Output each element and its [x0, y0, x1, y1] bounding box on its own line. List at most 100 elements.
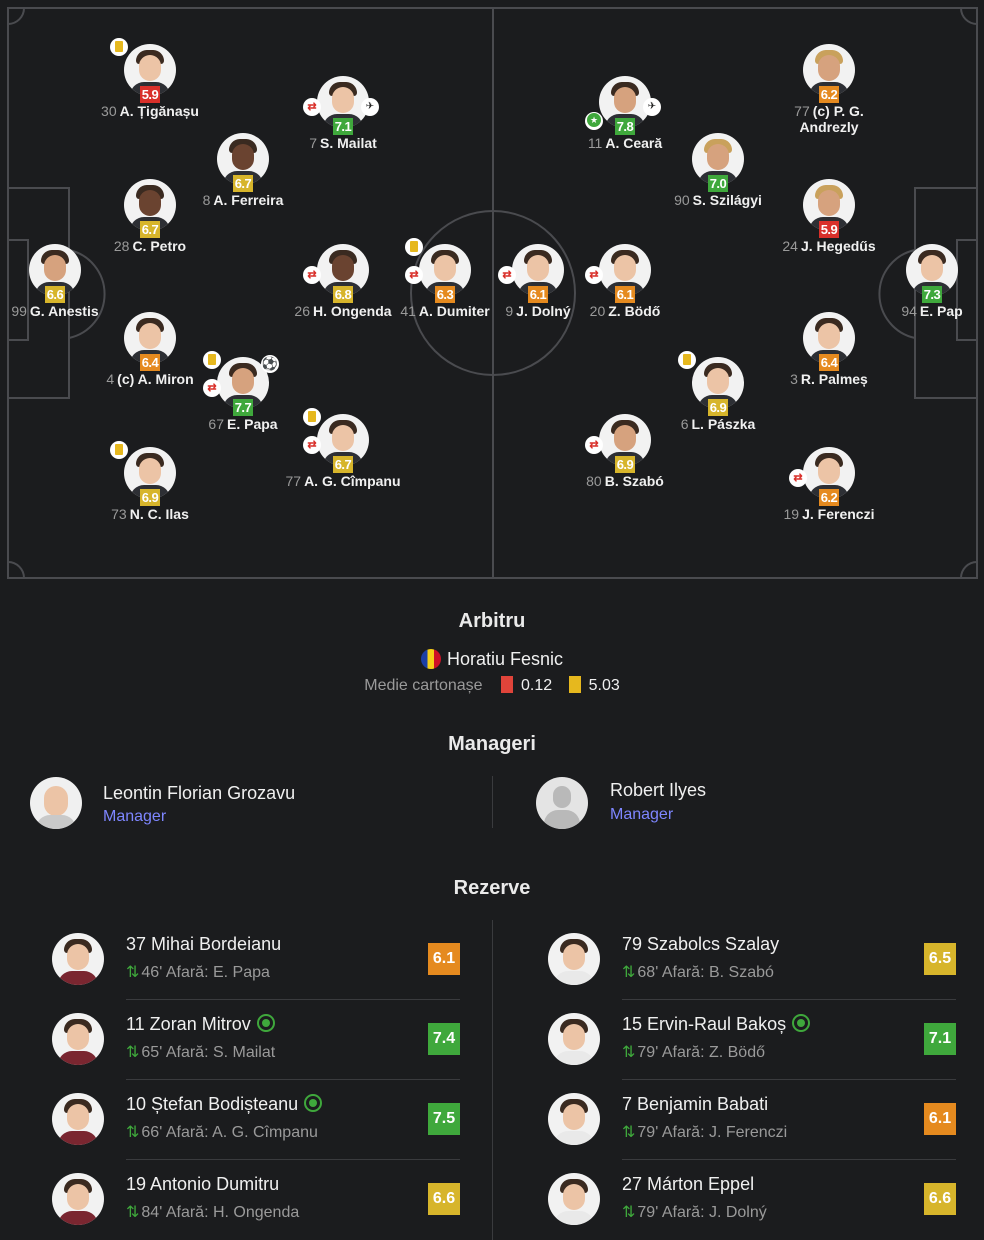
face-shape	[527, 255, 549, 281]
rating-badge: 7.4	[428, 1023, 460, 1055]
player-photo: 5.9	[110, 38, 176, 103]
player-number: 9	[505, 303, 514, 319]
away-reserve-row[interactable]: 79 Szabolcs Szalay ⇅ 68' Afară: B. Szabó 6.…	[522, 920, 956, 1000]
managers-divider	[492, 776, 493, 828]
home-reserve-row[interactable]: 37 Mihai Bordeianu ⇅ 46' Afară: E. Papa 6.1	[26, 920, 460, 1000]
substitution-text: 65' Afară: S. Mailat	[141, 1044, 276, 1061]
romania-flag-icon	[420, 649, 441, 669]
home-reserve-row[interactable]: 11 Zoran Mitrov ⇅ 65' Afară: S. Mailat 7.4	[26, 1000, 460, 1080]
player-number: 77	[794, 103, 810, 119]
face-shape	[332, 87, 354, 113]
player-label: R. Palmeș	[800, 371, 868, 387]
player-name: 3 R. Palmeș	[769, 371, 889, 387]
player-photo: 7.0	[692, 133, 744, 192]
face-shape	[332, 425, 354, 451]
manager-name: Leontin Florian Grozavu	[103, 783, 296, 803]
reserve-name: 19 Antonio Dumitru	[126, 1174, 279, 1195]
player-label: J. Ferenczi	[802, 506, 875, 522]
player-number: 4	[106, 371, 115, 387]
boot-icon: ✈	[361, 98, 379, 116]
player-photo: 6.7	[124, 179, 176, 238]
face-shape	[563, 944, 585, 970]
rating-badge: 6.4	[819, 354, 839, 371]
rating-badge: 7.0	[708, 175, 728, 192]
substitution-icon: ⇄	[789, 469, 807, 487]
player-number: 3	[790, 371, 798, 387]
away-reserve-row[interactable]: 7 Benjamin Babati ⇅ 79' Afară: J. Ferenczi…	[522, 1080, 956, 1160]
player-label: G. Anestis	[29, 303, 99, 319]
rating-badge: 6.2	[819, 489, 839, 506]
player-name: 20 Z. Bödő	[565, 303, 685, 319]
away-player-19[interactable]: 6.2 ⇄ 19 J. Ferenczi	[769, 447, 889, 522]
player-label: A. Ferreira	[213, 192, 284, 208]
player-photo: 6.7	[217, 133, 269, 192]
player-name: 24 J. Hegedűs	[769, 238, 889, 254]
substitution-text: 84' Afară: H. Ongenda	[141, 1204, 300, 1221]
player-photo: 5.9	[803, 179, 855, 238]
home-player-77[interactable]: 6.7 ⇄ 77 A. G. Cîmpanu	[283, 408, 403, 489]
substitution-icon: ⇅	[126, 964, 140, 981]
player-number: 73	[111, 506, 127, 522]
player-number: 19	[783, 506, 800, 522]
player-number: 20	[589, 303, 606, 319]
substitution-icon: ⇄	[203, 379, 221, 397]
away-reserve-row[interactable]: 15 Ervin-Raul Bakoș ⇅ 79' Afară: Z. Bödő 7.…	[522, 1000, 956, 1080]
reserves-divider	[492, 920, 493, 1240]
player-number: 11	[587, 135, 603, 151]
face-shape	[818, 323, 840, 349]
substitution-text: 79' Afară: Z. Bödő	[637, 1044, 765, 1061]
substitution-text: 68' Afară: B. Szabó	[637, 964, 774, 981]
referee-row[interactable]: Horatiu Fesnic	[0, 649, 984, 670]
reserve-avatar	[548, 933, 600, 985]
substitution-icon: ⇄	[405, 266, 423, 284]
substitution-info: ⇅ 65' Afară: S. Mailat	[126, 1042, 275, 1062]
goal-icon	[304, 1094, 323, 1112]
shirt-shape	[58, 1131, 98, 1145]
manager-role[interactable]: Manager	[610, 806, 673, 824]
player-label: C. Petro	[132, 238, 187, 254]
home-player-99[interactable]: 6.6 99 G. Anestis	[0, 244, 115, 319]
home-player-73[interactable]: 6.9 73 N. C. Ilas	[90, 441, 210, 522]
away-player-20[interactable]: 6.1 ⇄ 20 Z. Bödő	[565, 244, 685, 319]
yellow-card-icon	[110, 441, 128, 459]
away-reserve-row[interactable]: 27 Márton Eppel ⇅ 79' Afară: J. Dolný 6.6	[522, 1160, 956, 1240]
away-player-94[interactable]: 7.3 94 E. Pap	[872, 244, 984, 319]
manager-name: Robert Ilyes	[610, 780, 707, 800]
player-number: 77	[285, 473, 302, 489]
face-shape	[614, 425, 636, 451]
player-photo: 6.2	[803, 44, 855, 103]
away-player-24[interactable]: 5.9 24 J. Hegedűs	[769, 179, 889, 254]
face-shape	[563, 1184, 585, 1210]
home-reserve-row[interactable]: 10 Ștefan Bodișteanu ⇅ 66' Afară: A. G. Cî…	[26, 1080, 460, 1160]
player-photo: 6.6	[29, 244, 81, 303]
away-player-80[interactable]: 6.9 ⇄ 80 B. Szabó	[565, 414, 685, 489]
face-shape	[563, 1024, 585, 1050]
rating-badge: 6.5	[924, 943, 956, 975]
home-reserve-row[interactable]: 19 Antonio Dumitru ⇅ 84' Afară: H. Ongenda…	[26, 1160, 460, 1240]
player-name: 80 B. Szabó	[565, 473, 685, 489]
rating-badge: 7.1	[333, 118, 353, 135]
yellow-card-icon	[203, 351, 221, 369]
rating-badge: 6.2	[819, 86, 839, 103]
face-shape	[332, 255, 354, 281]
reserve-name-text: 27 Márton Eppel	[622, 1174, 755, 1194]
home-player-30[interactable]: 5.9 30 A. Țigănașu	[90, 38, 210, 119]
rating-badge: 5.9	[140, 86, 160, 103]
away-player-3[interactable]: 6.4 3 R. Palmeș	[769, 312, 889, 387]
home-player-28[interactable]: 6.7 28 C. Petro	[90, 179, 210, 254]
yellow-card-icon	[110, 38, 128, 56]
away-player-77[interactable]: 6.2 77 (c) P. G. Andrezly	[769, 44, 889, 135]
player-photo: 7.3	[906, 244, 958, 303]
face-shape	[139, 55, 161, 81]
rating-badge: 6.7	[233, 175, 253, 192]
substitution-icon: ⇅	[622, 1204, 636, 1221]
yellow-card-icon	[568, 676, 581, 693]
rating-badge: 6.1	[615, 286, 635, 303]
substitution-icon: ⇄	[303, 436, 321, 454]
away-player-90[interactable]: 7.0 90 S. Szilágyi	[658, 133, 778, 208]
player-photo: 6.4	[124, 312, 176, 371]
player-photo: 6.3 ⇄	[405, 238, 471, 303]
manager-role[interactable]: Manager	[103, 808, 166, 826]
player-photo: 6.7 ⇄	[303, 408, 369, 473]
reserve-avatar	[52, 1173, 104, 1225]
